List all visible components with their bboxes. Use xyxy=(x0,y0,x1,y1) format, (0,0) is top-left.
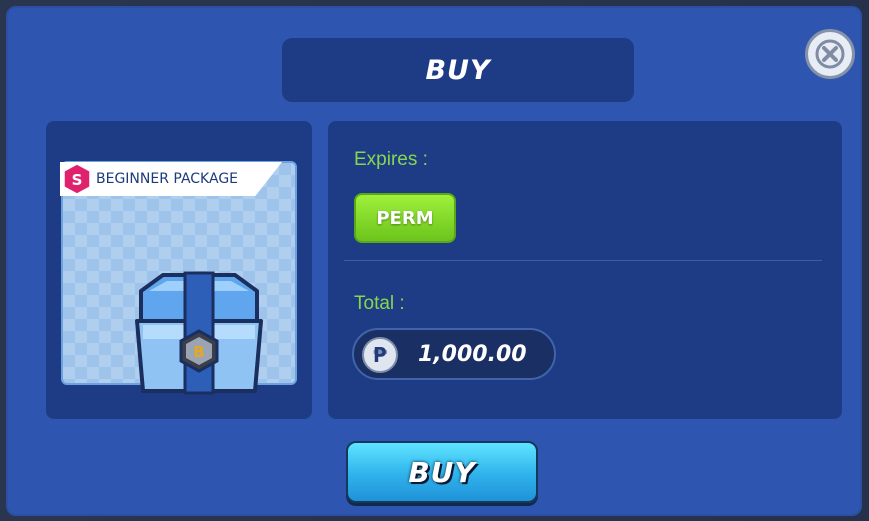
dialog-title: BUY xyxy=(425,54,491,86)
price-display: ₱ 1,000.00 xyxy=(352,328,556,380)
total-price: 1,000.00 xyxy=(418,342,527,367)
buy-button-label: BUY xyxy=(408,455,476,489)
item-name: BEGINNER PACKAGE xyxy=(96,171,239,187)
currency-glyph: ₱ xyxy=(373,343,387,367)
expires-option-perm[interactable]: PERM xyxy=(354,193,456,243)
chest-emblem-letter: B xyxy=(193,343,204,361)
total-label: Total : xyxy=(354,293,405,314)
rank-badge-letter: S xyxy=(72,171,83,189)
buy-dialog: BUY B S BEGINNER PACKAGE Expires: PERM … xyxy=(6,6,862,516)
purchase-info-panel: Expires : PERM Total : ₱ 1,000.00 xyxy=(328,121,842,419)
dialog-title-bar: BUY xyxy=(282,38,634,102)
expires-label: Expires : xyxy=(354,149,428,170)
section-divider xyxy=(344,260,822,261)
close-x-icon xyxy=(815,39,845,69)
currency-coin-icon: ₱ xyxy=(362,337,398,373)
expires-value: PERM xyxy=(376,207,434,229)
rank-badge-icon: S xyxy=(63,163,91,195)
close-button[interactable] xyxy=(805,29,855,79)
treasure-chest-icon: B xyxy=(135,271,263,395)
item-preview-panel: B S BEGINNER PACKAGE xyxy=(46,121,312,419)
item-name-ribbon: S BEGINNER PACKAGE xyxy=(60,162,282,196)
buy-button[interactable]: BUY xyxy=(346,441,538,503)
